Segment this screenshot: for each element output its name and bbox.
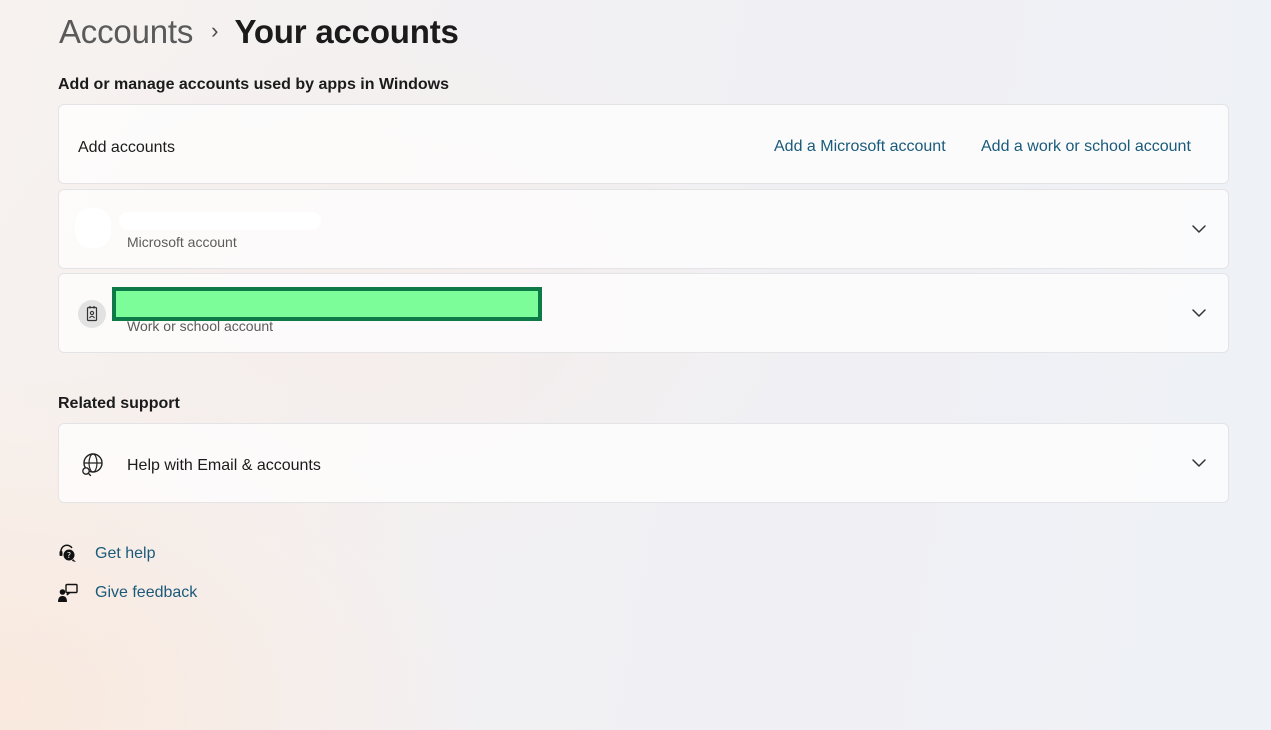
avatar-icon: [75, 208, 111, 248]
page-title: Your accounts: [234, 13, 459, 50]
feedback-icon: [58, 583, 78, 602]
help-email-accounts-label: Help with Email & accounts: [127, 457, 321, 474]
badge-icon: [78, 300, 106, 328]
svg-text:?: ?: [67, 551, 71, 560]
microsoft-account-card[interactable]: Microsoft account: [58, 189, 1229, 269]
chevron-down-icon[interactable]: [1190, 456, 1208, 470]
manage-accounts-heading: Add or manage accounts used by apps in W…: [58, 76, 450, 93]
account-name-redacted: [112, 287, 542, 321]
give-feedback-label[interactable]: Give feedback: [95, 584, 197, 602]
add-microsoft-account-link[interactable]: Add a Microsoft account: [774, 138, 946, 156]
add-accounts-card: Add accounts Add a Microsoft account Add…: [58, 104, 1229, 184]
chevron-down-icon[interactable]: [1190, 222, 1208, 236]
breadcrumb: Accounts › Your accounts: [59, 10, 459, 54]
get-help-icon: ?: [59, 544, 76, 562]
breadcrumb-accounts[interactable]: Accounts: [59, 13, 193, 51]
add-work-school-account-link[interactable]: Add a work or school account: [981, 138, 1191, 156]
get-help-link[interactable]: ? Get help: [57, 543, 155, 565]
related-support-heading: Related support: [58, 395, 180, 412]
add-accounts-label: Add accounts: [78, 139, 175, 156]
get-help-label[interactable]: Get help: [95, 545, 155, 563]
breadcrumb-separator: ›: [211, 18, 219, 43]
work-school-account-card[interactable]: Work or school account: [58, 273, 1229, 353]
account-name-redacted: [119, 212, 321, 230]
account-type-label: Microsoft account: [127, 234, 237, 250]
help-email-accounts-card[interactable]: Help with Email & accounts: [58, 423, 1229, 503]
globe-icon: [82, 453, 103, 477]
chevron-down-icon[interactable]: [1190, 306, 1208, 320]
give-feedback-link[interactable]: Give feedback: [57, 582, 197, 604]
